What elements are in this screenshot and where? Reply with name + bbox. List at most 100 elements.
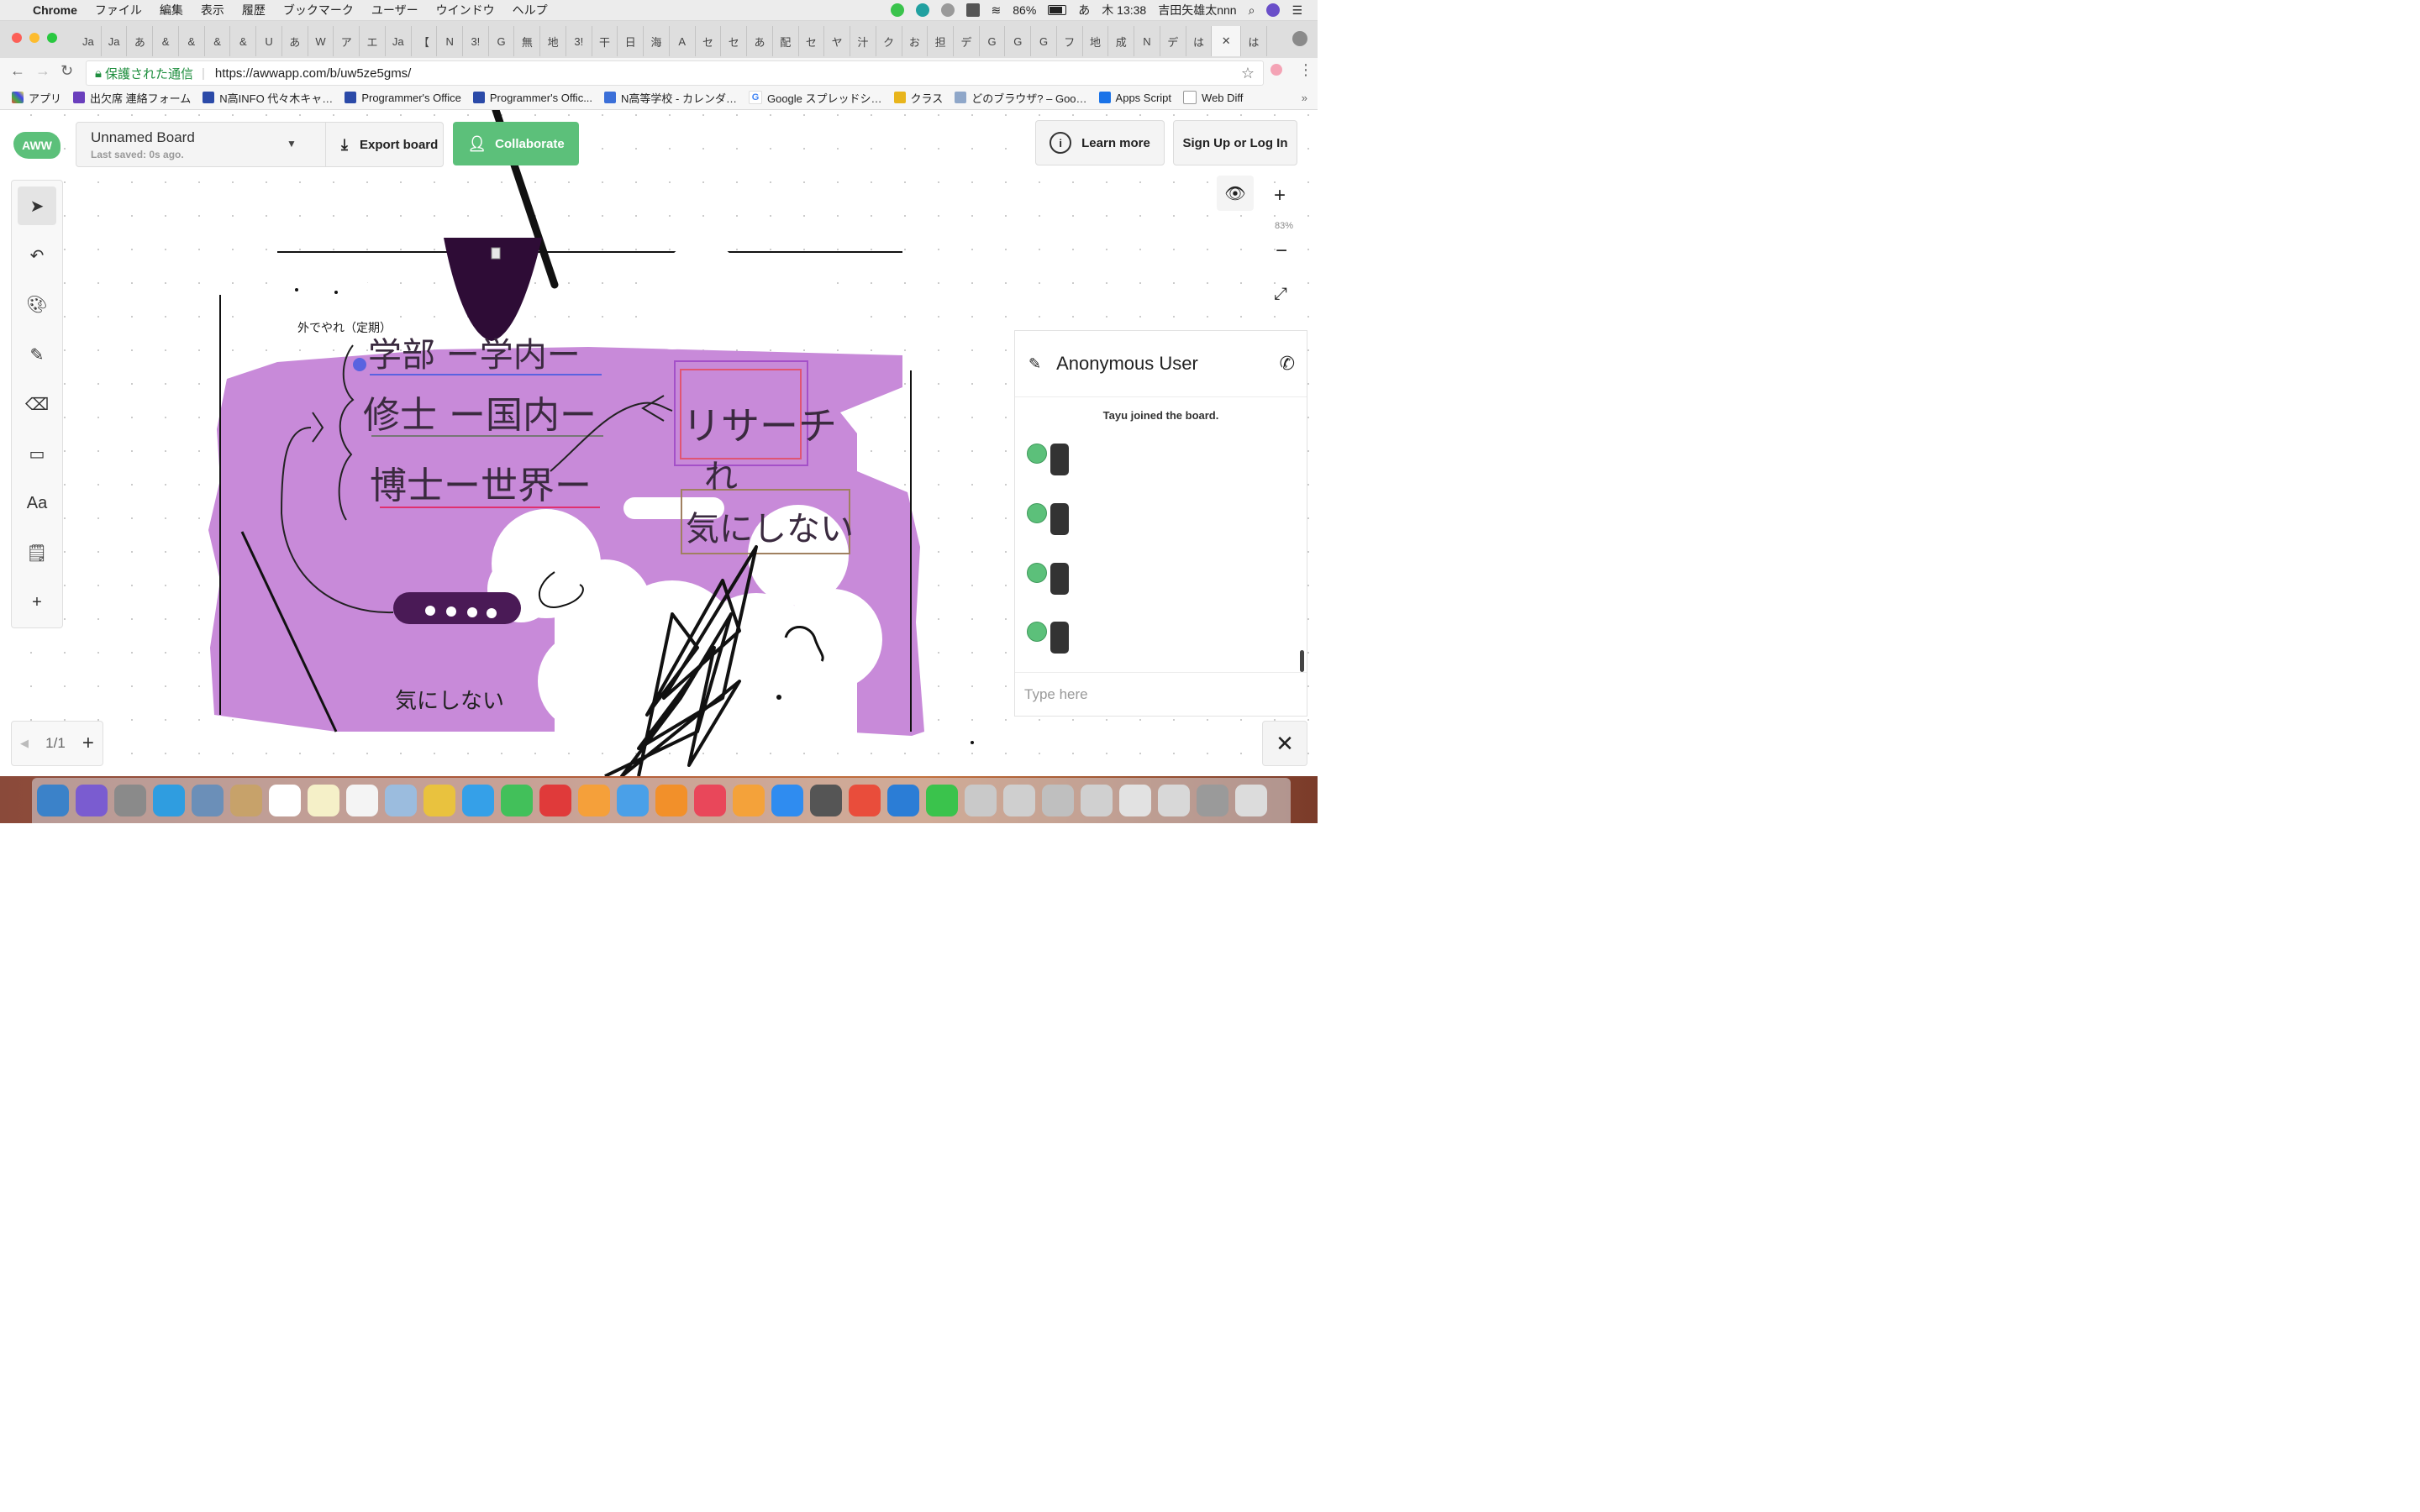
export-button[interactable]: ⤓ Export board	[325, 123, 438, 166]
bookmark-web-diff[interactable]: Web Diff	[1183, 91, 1243, 104]
chat-scrollbar[interactable]	[1300, 650, 1304, 672]
dock-app-icon[interactable]	[385, 785, 417, 816]
eraser-tool[interactable]: ⌫	[18, 385, 56, 423]
dock-app-icon[interactable]	[346, 785, 378, 816]
tab[interactable]: W	[308, 26, 334, 56]
tab[interactable]: 地	[1083, 26, 1109, 56]
dock-app-icon[interactable]	[501, 785, 533, 816]
dock-app-icon[interactable]	[308, 785, 339, 816]
undo-button[interactable]: ↶	[18, 236, 56, 275]
dock-app-icon[interactable]	[1081, 785, 1113, 816]
spotlight-icon[interactable]: ⌕	[1249, 3, 1255, 18]
tab[interactable]: G	[1031, 26, 1057, 56]
menu-user[interactable]: ユーザー	[371, 2, 418, 18]
tab[interactable]: 配	[773, 26, 799, 56]
dock-app-icon[interactable]	[37, 785, 69, 816]
tab[interactable]: は	[1186, 26, 1213, 56]
clock[interactable]: 木 13:38	[1102, 2, 1146, 18]
chat-input[interactable]: Type here	[1015, 672, 1307, 716]
board-menu[interactable]: Unnamed Board Last saved: 0s ago. ▼ ⤓ Ex…	[76, 122, 444, 167]
zoom-window-button[interactable]	[47, 33, 57, 43]
tab[interactable]: あ	[282, 26, 308, 56]
dock-app-icon[interactable]	[694, 785, 726, 816]
dock-app-icon[interactable]	[887, 785, 919, 816]
bookmark-which-browser[interactable]: どのブラウザ? – Goo…	[955, 90, 1087, 106]
dock-app-icon[interactable]	[810, 785, 842, 816]
tab[interactable]: U	[256, 26, 282, 56]
dock-app-icon[interactable]	[153, 785, 185, 816]
tab[interactable]: 3!	[463, 26, 489, 56]
bookmark-apps-script[interactable]: Apps Script	[1098, 92, 1171, 104]
tab[interactable]: お	[902, 26, 929, 56]
tab[interactable]: セ	[799, 26, 825, 56]
tab[interactable]: &	[179, 26, 205, 56]
forward-icon[interactable]: →	[35, 62, 50, 80]
bookmark-attendance-form[interactable]: 出欠席 連絡フォーム	[73, 90, 191, 106]
tab[interactable]: セ	[696, 26, 722, 56]
dock-app-icon[interactable]	[733, 785, 765, 816]
dock-app-icon[interactable]	[849, 785, 881, 816]
board-name[interactable]: Unnamed Board	[91, 129, 195, 146]
close-chat-button[interactable]: ✕	[1262, 721, 1307, 766]
tab[interactable]: 成	[1108, 26, 1135, 56]
tab[interactable]: Ja	[102, 26, 128, 56]
dock-app-icon[interactable]	[269, 785, 301, 816]
dock-app-icon[interactable]	[1003, 785, 1035, 816]
bookmark-nhigh-info[interactable]: N高INFO 代々木キャ…	[203, 90, 333, 106]
menu-edit[interactable]: 編集	[160, 2, 183, 18]
dock-app-icon[interactable]	[539, 785, 571, 816]
bookmark-spreadsheets[interactable]: G Google スプレッドシ…	[748, 90, 882, 106]
dock-app-icon[interactable]	[926, 785, 958, 816]
zoom-out-button[interactable]: −	[1276, 239, 1287, 263]
chat-user-name[interactable]: Anonymous User	[1056, 353, 1198, 375]
color-tool[interactable]: 🎨︎	[18, 285, 56, 323]
bookmark-calendar[interactable]: N高等学校 - カレンダ…	[604, 90, 737, 106]
collaborate-button[interactable]: 👤︎ Collaborate	[453, 122, 579, 165]
back-icon[interactable]: ←	[10, 62, 25, 80]
tab[interactable]: 担	[928, 26, 954, 56]
dock-app-icon[interactable]	[578, 785, 610, 816]
dock-app-icon[interactable]	[771, 785, 803, 816]
dock-app-icon[interactable]	[192, 785, 224, 816]
bookmark-programmers-office-2[interactable]: Programmer's Offic...	[472, 92, 592, 104]
tab[interactable]: デ	[954, 26, 980, 56]
reload-icon[interactable]: ↻	[60, 62, 73, 80]
grid-status-icon[interactable]	[965, 3, 980, 17]
tab[interactable]: 地	[540, 26, 566, 56]
tab[interactable]: &	[153, 26, 179, 56]
dock-app-icon[interactable]	[1042, 785, 1074, 816]
add-page-button[interactable]: +	[82, 732, 94, 755]
tab[interactable]: G	[980, 26, 1006, 56]
tab[interactable]: 日	[618, 26, 644, 56]
dock-app-icon[interactable]	[617, 785, 649, 816]
phone-icon[interactable]: ✆	[1280, 353, 1295, 375]
tab[interactable]: &	[230, 26, 257, 56]
tab[interactable]: G	[1005, 26, 1032, 56]
tab[interactable]: G	[489, 26, 515, 56]
bookmark-star-icon[interactable]: ☆	[1241, 65, 1255, 82]
cloud-status-icon[interactable]	[940, 3, 955, 17]
learn-more-button[interactable]: i Learn more	[1035, 120, 1165, 165]
aww-logo[interactable]: AWW	[13, 132, 60, 159]
url-text[interactable]: https://awwapp.com/b/uw5ze5gms/	[215, 66, 411, 81]
dock-app-icon[interactable]	[655, 785, 687, 816]
tab[interactable]: セ	[721, 26, 748, 56]
tab[interactable]: ク	[876, 26, 902, 56]
tab[interactable]: フ	[1057, 26, 1083, 56]
dock-app-icon[interactable]	[462, 785, 494, 816]
minimize-window-button[interactable]	[29, 33, 39, 43]
chevron-down-icon[interactable]: ▼	[287, 138, 297, 150]
tab[interactable]: 【	[412, 26, 438, 56]
tab[interactable]: &	[205, 26, 231, 56]
tab[interactable]: あ	[127, 26, 154, 56]
whiteboard-canvas[interactable]: 外でやれ（定期） 学部 ー学内ー 修士 ー国内ー 博士ー世界ー リサーチ れ 気…	[0, 110, 1318, 776]
menu-file[interactable]: ファイル	[95, 2, 142, 18]
tab[interactable]: ヤ	[824, 26, 851, 56]
fullscreen-icon[interactable]: ⤢	[1274, 285, 1287, 304]
menu-bookmarks[interactable]: ブックマーク	[283, 2, 354, 18]
siri-icon[interactable]	[1266, 3, 1281, 17]
edit-name-icon[interactable]: ✎	[1028, 355, 1041, 373]
bookmark-apps[interactable]: アプリ	[12, 90, 61, 106]
tab[interactable]: 汁	[850, 26, 876, 56]
dock-app-icon[interactable]	[230, 785, 262, 816]
